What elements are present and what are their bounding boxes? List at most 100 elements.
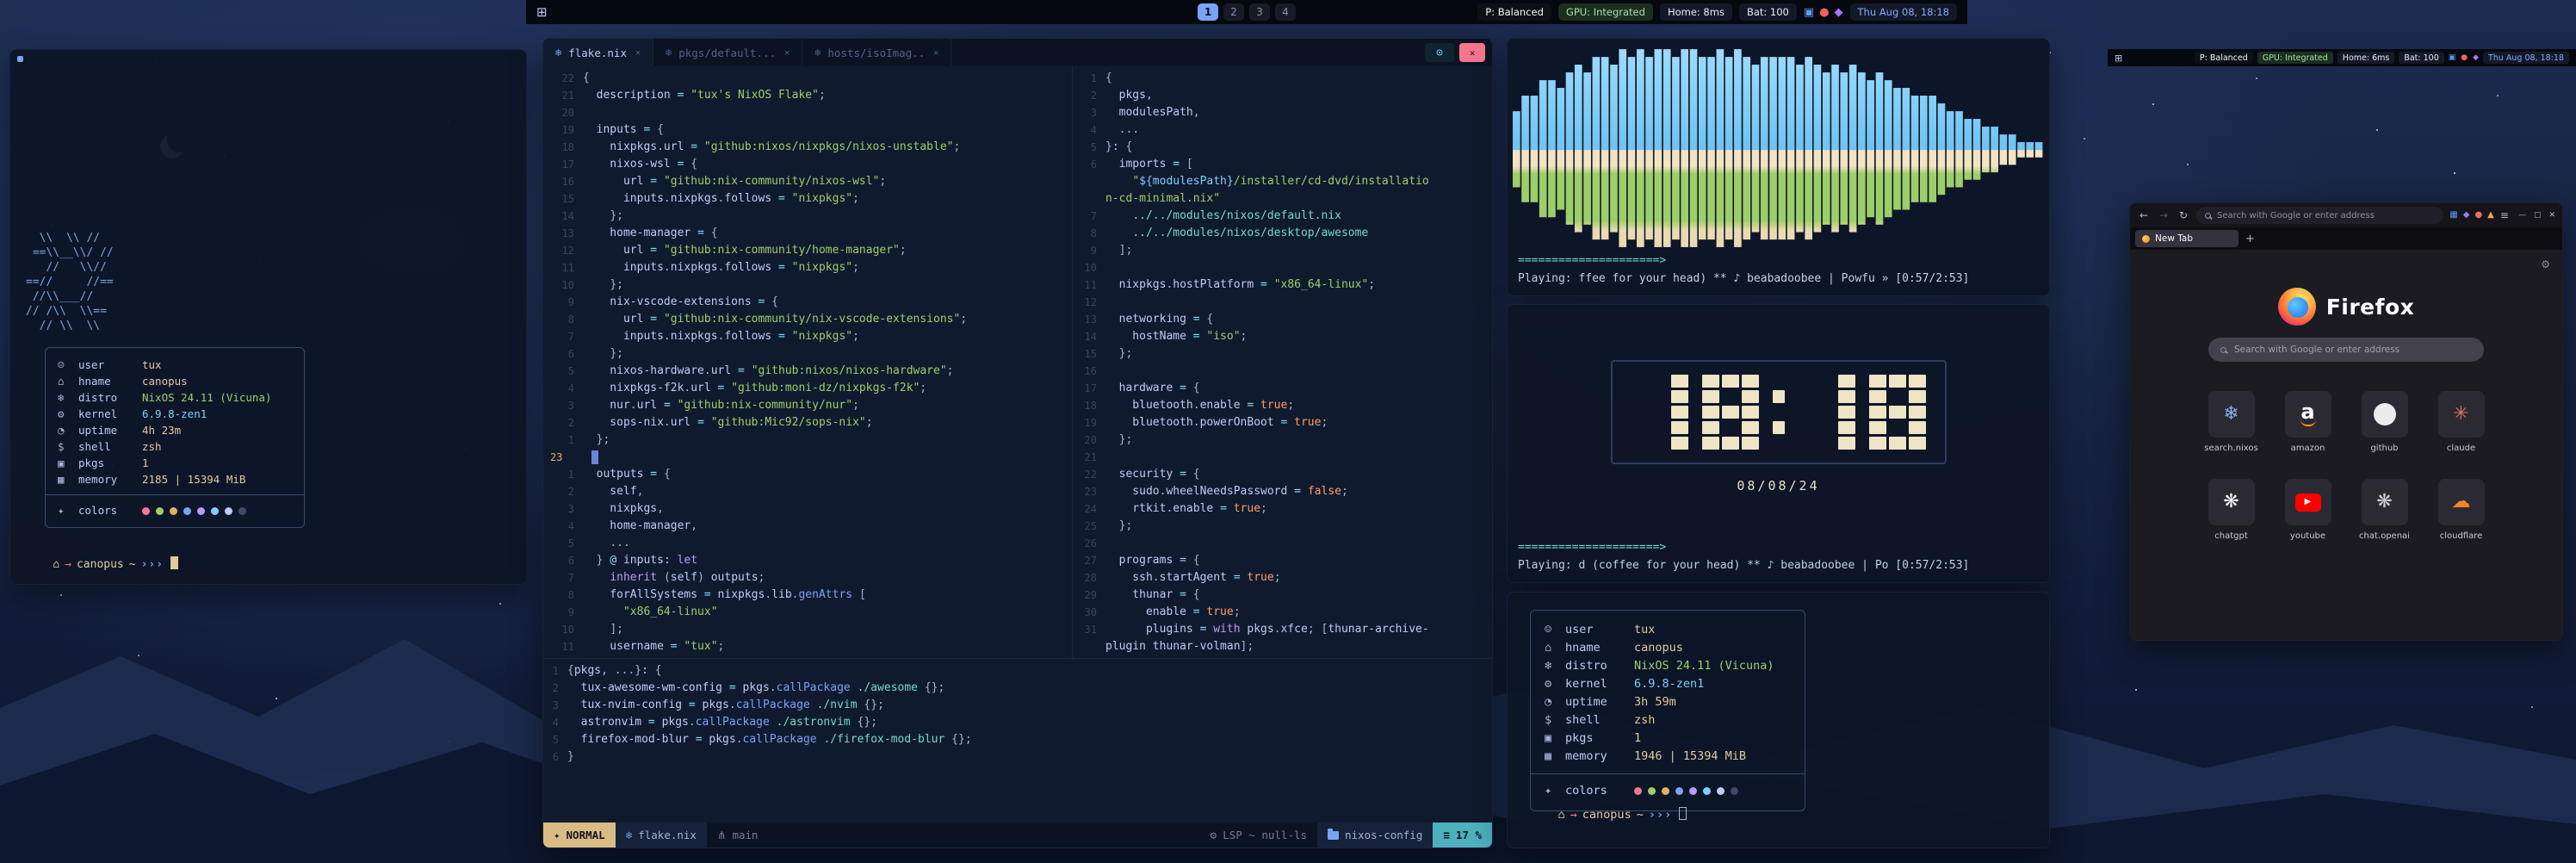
shortcut-amazon[interactable]: aamazon <box>2272 391 2344 453</box>
reload-button[interactable]: ↻ <box>2177 209 2190 221</box>
newtab-search-input[interactable]: Search with Google or enter address <box>2208 338 2484 362</box>
personalize-gear-icon[interactable]: ⚙ <box>2541 258 2550 270</box>
tray-app-blue[interactable]: ▣ <box>2449 54 2456 62</box>
shortcut-chat.openai[interactable]: ❋chat.openai <box>2349 479 2421 541</box>
top-bar-primary: ⊞ 1234 P: Balanced GPU: Integrated Home:… <box>526 0 1967 24</box>
shortcut-label: youtube <box>2290 531 2325 541</box>
firefox-window[interactable]: ← → ↻ Search with Google or enter addres… <box>2129 202 2563 641</box>
shell-prompt[interactable]: ⌂→canopus~››› <box>26 543 526 584</box>
prompt-path: ~ <box>124 558 141 571</box>
menu-button[interactable]: ≡ <box>2500 209 2509 221</box>
shortcut-cloudflare[interactable]: ☁cloudflare <box>2425 479 2498 541</box>
tray-app-red[interactable]: ● <box>1819 7 1829 18</box>
view-toggle-button[interactable]: ⊙ <box>1425 43 1454 62</box>
shell-prompt[interactable]: ⌂→canopus~››› <box>1530 793 1687 835</box>
shortcut-label: cloudflare <box>2440 531 2483 541</box>
code-line: 2 sops-nix.url = "github:Mic92/sops-nix"… <box>543 414 1072 432</box>
minimize-button[interactable]: — <box>2518 211 2526 220</box>
git-branch: ⋔main <box>707 823 769 847</box>
workspace-2[interactable]: 2 <box>1223 3 1244 21</box>
battery-widget[interactable]: Bat: 100 <box>1739 3 1797 21</box>
workspace-4[interactable]: 4 <box>1275 3 1296 21</box>
clock-widget[interactable]: Thu Aug 08, 18:18 <box>1850 3 1957 21</box>
shell-icon: $ <box>58 438 78 455</box>
terminal-window-right[interactable]: ☺usertux⌂hnamecanopus❄distroNixOS 24.11 … <box>1507 592 2050 848</box>
code-line: "${modulesPath}/installer/cd-dvd/install… <box>1073 173 1492 190</box>
code-line: 1{ <box>1073 70 1492 87</box>
tray-app-blue[interactable]: ▣ <box>1804 7 1814 18</box>
tray-app-purple[interactable]: ◆ <box>2473 54 2479 62</box>
extension-icon-3[interactable]: ● <box>2474 211 2482 220</box>
editor-tabbar: ❄ flake.nix ✕ ❄ pkgs/default... ✕ ❄ host… <box>543 39 1492 66</box>
code-line: 3 nur.url = "github:nix-community/nur"; <box>543 397 1072 414</box>
tab-pkgs-default[interactable]: ❄ pkgs/default... ✕ <box>653 39 802 66</box>
palette-dot <box>170 507 177 515</box>
buffer-pkgs-default[interactable]: 1{pkgs, ...}: {2 tux-awesome-wm-config =… <box>543 662 1492 823</box>
network-latency-widget[interactable]: Home: 6ms <box>2338 52 2395 64</box>
tab-hosts-isoimage[interactable]: ❄ hosts/isoImag.. ✕ <box>802 39 951 66</box>
power-profile-widget[interactable]: P: Balanced <box>1477 3 1551 21</box>
power-profile-widget[interactable]: P: Balanced <box>2195 52 2253 64</box>
shortcut-search.nixos[interactable]: ❄search.nixos <box>2195 391 2268 453</box>
maximize-button[interactable]: ▢ <box>2534 211 2542 220</box>
close-button[interactable]: ✕ <box>2548 211 2555 220</box>
code-line: 8 ../../modules/nixos/desktop/awesome <box>1073 225 1492 242</box>
clock-window[interactable]: 08/08/24 =====================> Playing:… <box>1507 304 2050 583</box>
tab-flake-nix[interactable]: ❄ flake.nix ✕ <box>543 39 653 66</box>
palette-dot <box>183 507 191 515</box>
tab-close-icon[interactable]: ✕ <box>635 48 641 58</box>
fetch-row: ◔uptime3h 59m <box>1545 693 1791 711</box>
hname-icon: ⌂ <box>58 373 78 389</box>
gpu-widget[interactable]: GPU: Integrated <box>1558 3 1653 21</box>
user-icon: ☺ <box>1545 621 1565 639</box>
buffer-iso-image[interactable]: 1{2 pkgs,3 modulesPath,4 ...5}: {6 impor… <box>1073 70 1492 659</box>
back-button[interactable]: ← <box>2137 209 2151 221</box>
new-tab-button[interactable]: + <box>2245 233 2255 245</box>
tray-app-purple[interactable]: ◆ <box>1835 7 1843 18</box>
extension-icon-2[interactable]: ◆ <box>2463 211 2470 220</box>
shortcut-youtube[interactable]: ▶youtube <box>2272 479 2344 541</box>
close-buffer-button[interactable]: ✕ <box>1459 43 1485 62</box>
app-launcher-icon[interactable]: ⊞ <box>536 4 548 20</box>
gear-icon: ⚙ <box>1211 829 1217 841</box>
code-line: 11 nixpkgs.hostPlatform = "x86_64-linux"… <box>1073 276 1492 294</box>
tab-label: New Tab <box>2155 233 2193 244</box>
bar-widgets: P: Balanced GPU: Integrated Home: 8ms Ba… <box>1477 3 1957 21</box>
mode-indicator: ✦NORMAL <box>543 823 616 847</box>
battery-widget[interactable]: Bat: 100 <box>2399 52 2443 64</box>
shortcut-github[interactable]: github <box>2349 391 2421 453</box>
extension-icon-1[interactable]: ▦ <box>2449 211 2457 220</box>
code-line: 5 ... <box>543 535 1072 552</box>
workspace-3[interactable]: 3 <box>1249 3 1270 21</box>
tab-new-tab[interactable]: New Tab <box>2135 230 2239 247</box>
terminal-window-left[interactable]: \\ \\ // ==\\__\\/ // // \\// ==// //== … <box>9 49 527 585</box>
buffer-flake-nix[interactable]: 22{21 description = "tux's NixOS Flake";… <box>543 70 1072 659</box>
extension-icon-4[interactable]: ▲ <box>2487 211 2494 220</box>
code-line: 10 ]; <box>543 621 1072 638</box>
pkgs-icon: ▣ <box>58 455 78 471</box>
shortcut-grid: ❄search.nixosaamazongithub✳claude ❋chatgp… <box>2195 391 2498 541</box>
lines-icon: ≡ <box>1443 829 1450 841</box>
distro-icon: ❄ <box>1545 657 1565 675</box>
cava-visualizer-window[interactable]: =====================> Playing: ffee for… <box>1507 38 2050 296</box>
shortcut-chatgpt[interactable]: ❋chatgpt <box>2195 479 2268 541</box>
tray-app-red[interactable]: ● <box>2461 54 2468 62</box>
tab-close-icon[interactable]: ✕ <box>933 48 938 58</box>
clock-widget[interactable]: Thu Aug 08, 18:18 <box>2483 52 2569 64</box>
tabbar-controls: ⊙ ✕ <box>1425 39 1492 66</box>
app-launcher-icon[interactable]: ⊞ <box>2115 53 2122 64</box>
forward-button[interactable]: → <box>2157 209 2170 221</box>
tab-close-icon[interactable]: ✕ <box>784 48 790 58</box>
workspace-1[interactable]: 1 <box>1198 3 1218 21</box>
chatgpt-logo-icon: ❋ <box>2223 493 2239 512</box>
url-bar[interactable]: Search with Google or enter address <box>2196 207 2443 224</box>
code-line: 20 }; <box>1073 432 1492 449</box>
shortcut-claude[interactable]: ✳claude <box>2425 391 2498 453</box>
code-line: 11 username = "tux"; <box>543 638 1072 655</box>
fetch-row: ❄distroNixOS 24.11 (Vicuna) <box>58 389 292 406</box>
gpu-widget[interactable]: GPU: Integrated <box>2257 52 2333 64</box>
neovim-window[interactable]: ❄ flake.nix ✕ ❄ pkgs/default... ✕ ❄ host… <box>542 38 1493 848</box>
prompt-arrow-icon: → <box>1565 808 1582 822</box>
search.nixos-logo-icon: ❄ <box>2223 405 2239 424</box>
network-latency-widget[interactable]: Home: 8ms <box>1660 3 1732 21</box>
